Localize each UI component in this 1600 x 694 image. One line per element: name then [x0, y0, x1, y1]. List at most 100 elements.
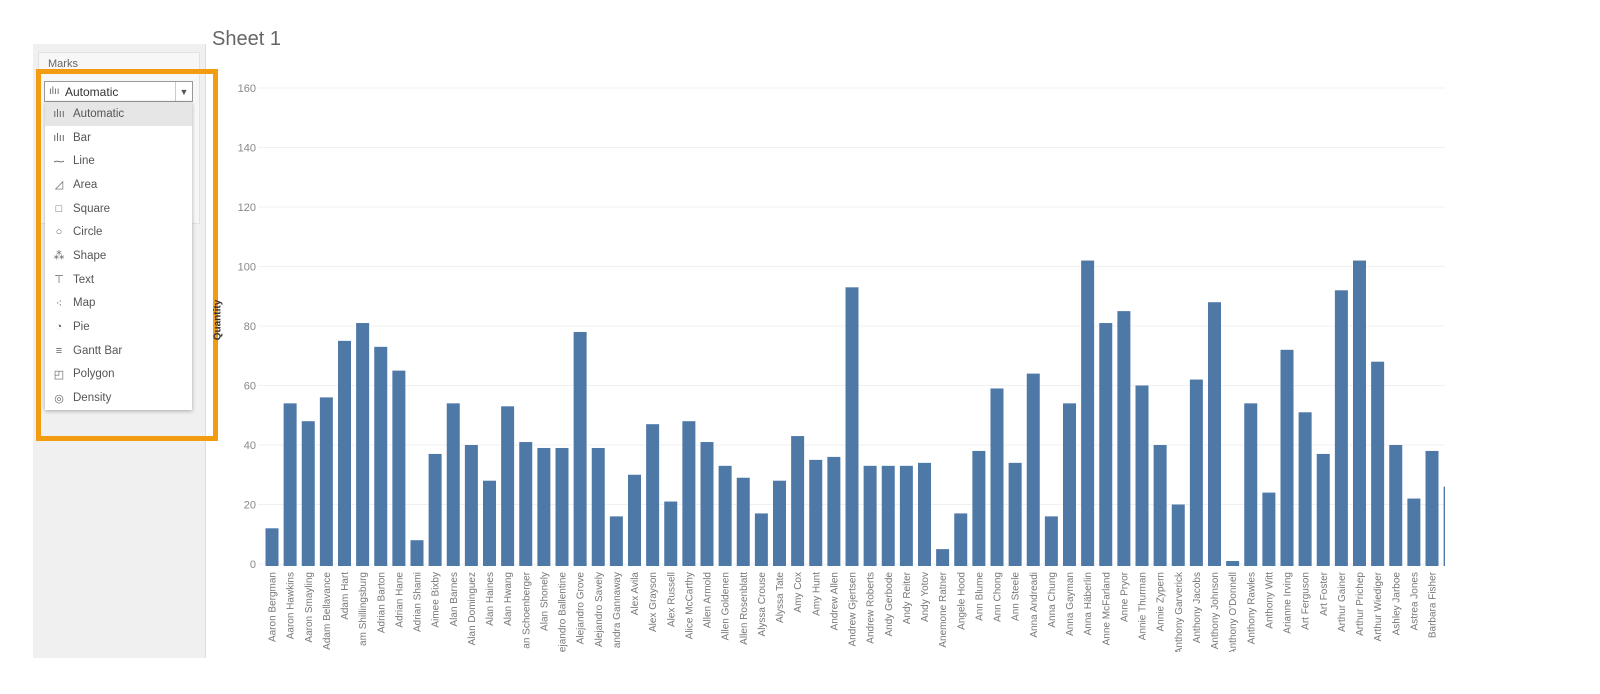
bar[interactable] — [1208, 302, 1221, 566]
x-tick-label: Annie Zypern — [1156, 572, 1167, 631]
bar[interactable] — [972, 450, 986, 566]
bar[interactable] — [1008, 462, 1022, 566]
bar[interactable] — [1262, 492, 1276, 566]
x-tick-label: Alan Dominguez — [467, 572, 478, 645]
bar[interactable] — [1407, 498, 1421, 566]
bar[interactable] — [1353, 260, 1366, 566]
bar[interactable] — [301, 421, 315, 566]
x-tick-label: Anthony O'Donnell — [1228, 572, 1239, 655]
bar[interactable] — [1026, 373, 1040, 566]
bar[interactable] — [646, 424, 660, 566]
bar[interactable] — [736, 477, 750, 566]
x-tick-label: Alejandro Savely — [594, 572, 605, 647]
bar[interactable] — [1153, 445, 1167, 566]
x-tick-label: Alex Grayson — [648, 572, 659, 632]
bar[interactable] — [718, 465, 732, 566]
bar[interactable] — [827, 456, 841, 566]
bar[interactable] — [628, 474, 641, 566]
bar[interactable] — [519, 442, 533, 566]
bar[interactable] — [591, 447, 605, 566]
bar[interactable] — [1226, 561, 1240, 566]
bar[interactable] — [899, 465, 913, 566]
bar[interactable] — [881, 465, 895, 566]
bar[interactable] — [1189, 379, 1203, 566]
y-tick-label: 120 — [238, 202, 256, 214]
x-tick-label: Andy Yotov — [920, 572, 931, 622]
bar[interactable] — [1316, 453, 1330, 566]
bar[interactable] — [1135, 385, 1149, 567]
x-tick-label: Adam Bellavance — [322, 572, 333, 650]
x-tick-label: Anna Gayman — [1065, 572, 1076, 636]
bar[interactable] — [483, 480, 496, 566]
bar[interactable] — [918, 462, 931, 566]
bar[interactable] — [1117, 311, 1131, 566]
bar[interactable] — [936, 549, 950, 566]
x-tick-label: Alejandro Grove — [576, 572, 587, 645]
bar[interactable] — [1334, 290, 1348, 566]
x-tick-label: Adam Hart — [340, 572, 351, 620]
x-tick-label: Adrian Shami — [413, 572, 424, 632]
bar[interactable] — [283, 403, 297, 566]
x-tick-label: andra Gannaway — [612, 572, 623, 648]
bar[interactable] — [845, 287, 859, 566]
x-tick-label: Allen Goldenen — [721, 572, 732, 640]
bar[interactable] — [1443, 486, 1457, 566]
bar[interactable] — [664, 501, 678, 566]
bar[interactable] — [1099, 323, 1113, 566]
x-tick-label: Arthur Prichep — [1355, 572, 1366, 636]
bar[interactable] — [791, 436, 805, 566]
bar[interactable] — [537, 447, 551, 566]
bar[interactable] — [1244, 403, 1258, 566]
bar[interactable] — [410, 540, 424, 566]
bar[interactable] — [338, 340, 351, 566]
x-tick-label: an Schoenberger — [521, 571, 532, 648]
bar[interactable] — [1425, 450, 1439, 566]
bar[interactable] — [1063, 403, 1076, 566]
bar[interactable] — [990, 388, 1004, 566]
bar[interactable] — [773, 480, 786, 566]
x-tick-label: Alan Hwang — [503, 572, 514, 626]
x-tick-label: Arthur Gainer — [1337, 571, 1348, 632]
bar[interactable] — [809, 459, 823, 566]
bar-chart: 0 20 40 60 80 100 120 140 160 Aaron Bergman Aaron … — [238, 83, 1457, 655]
x-tick-label: Anna Häberlin — [1083, 572, 1094, 635]
x-tick-label: Andrew Allen — [829, 572, 840, 630]
bar[interactable] — [374, 346, 388, 566]
y-tick-label: 0 — [250, 559, 256, 571]
bar[interactable] — [1280, 349, 1294, 566]
x-tick-label: Amy Hunt — [811, 572, 822, 616]
bar[interactable] — [609, 516, 623, 566]
bar[interactable] — [1171, 504, 1185, 567]
bar[interactable] — [754, 513, 768, 566]
bar[interactable] — [1298, 412, 1312, 566]
bar[interactable] — [555, 447, 569, 566]
x-tick-label: Anna Andreadi — [1029, 572, 1040, 638]
x-tick-label: Andy Gerbode — [884, 572, 895, 637]
bar[interactable] — [1044, 516, 1058, 566]
bar[interactable] — [464, 445, 478, 566]
bar[interactable] — [863, 465, 877, 566]
x-tick-label: Allen Rosenblatt — [739, 572, 750, 645]
bar[interactable] — [501, 406, 515, 566]
bar[interactable] — [1371, 361, 1385, 566]
bar[interactable] — [700, 442, 714, 566]
bar[interactable] — [392, 370, 406, 566]
x-tick-label: Anne Pryor — [1119, 571, 1130, 622]
bar[interactable] — [1389, 445, 1403, 566]
bar[interactable] — [573, 331, 587, 566]
x-tick-label: Alan Haines — [485, 572, 496, 626]
x-tick-label: Aaron Bergman — [268, 572, 279, 642]
bar[interactable] — [428, 453, 442, 566]
bar[interactable] — [1081, 260, 1095, 566]
bar[interactable] — [319, 397, 333, 566]
x-tick-label: Anthony Johnson — [1210, 572, 1221, 649]
y-tick-label: 20 — [244, 500, 256, 512]
bar[interactable] — [446, 403, 460, 566]
bar[interactable] — [265, 528, 279, 566]
bar[interactable] — [682, 421, 696, 566]
bar[interactable] — [954, 513, 968, 566]
bar[interactable] — [356, 323, 370, 566]
x-tick-label: Andrew Gjertsen — [848, 572, 859, 646]
x-tick-label: Alyssa Tate — [775, 572, 786, 623]
y-tick-label: 160 — [238, 83, 256, 95]
